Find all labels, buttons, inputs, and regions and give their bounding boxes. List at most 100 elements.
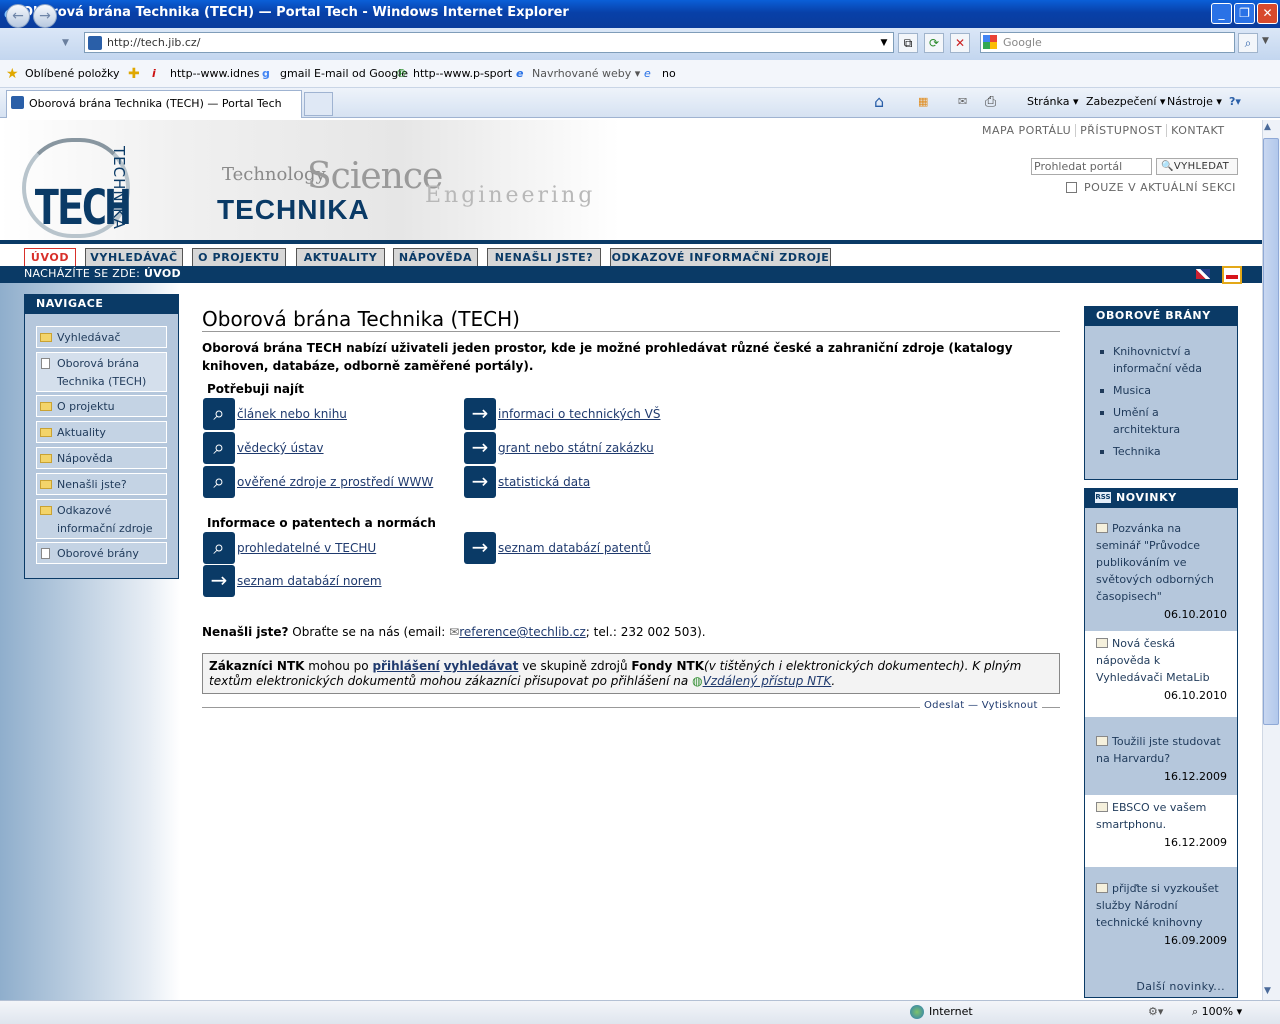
close-button[interactable]: ✕: [1257, 3, 1278, 24]
link-site-map[interactable]: MAPA PORTÁLU: [978, 124, 1075, 137]
logo-technika-vertical: TECHNIKA: [110, 146, 128, 230]
link-technical-universities[interactable]: informaci o technických VŠ: [498, 407, 660, 421]
gate-link-art-architecture[interactable]: Umění a architektura: [1096, 404, 1226, 438]
home-icon[interactable]: ⌂: [874, 88, 884, 116]
sidebar-item-vyhledavac[interactable]: Vyhledávač: [36, 326, 167, 348]
menu-tab-o-projektu[interactable]: O PROJEKTU: [192, 248, 286, 266]
menu-tab-odkazove-zdroje[interactable]: ODKAZOVÉ INFORMAČNÍ ZDROJE: [610, 248, 831, 266]
menu-tab-vyhledavac[interactable]: VYHLEDÁVAČ: [85, 248, 183, 266]
arrow-right-icon[interactable]: →: [464, 466, 496, 498]
search-icon[interactable]: ⌕: [203, 466, 235, 498]
news-item[interactable]: přijďte si vyzkoušet služby Národní tech…: [1085, 876, 1237, 974]
sidebar-item-oborove-brany[interactable]: Oborové brány: [36, 542, 167, 564]
print-icon[interactable]: ⎙: [985, 88, 996, 116]
menu-tab-aktuality[interactable]: AKTUALITY: [296, 248, 385, 266]
link-accessibility[interactable]: PŘÍSTUPNOST: [1075, 124, 1167, 137]
portal-search-input[interactable]: Prohledat portál: [1031, 158, 1152, 175]
search-icon[interactable]: ⌕: [203, 532, 235, 564]
link-norm-databases[interactable]: seznam databází norem: [237, 574, 382, 588]
news-item[interactable]: EBSCO ve vašem smartphonu. 16.12.2009: [1085, 795, 1237, 867]
search-input[interactable]: Google: [980, 32, 1235, 53]
favorite-link-gmail[interactable]: gmail E-mail od Google: [280, 60, 408, 88]
feeds-icon[interactable]: ▦: [918, 88, 928, 116]
link-article-or-book[interactable]: článek nebo knihu: [237, 407, 347, 421]
favorite-link-psport[interactable]: http--www.p-sport: [413, 60, 512, 88]
sidebar-item-nenasli-jste[interactable]: Nenašli jste?: [36, 473, 167, 495]
english-flag-icon[interactable]: [1196, 269, 1210, 279]
add-favorite-icon[interactable]: ✚: [128, 60, 140, 88]
news-item[interactable]: Nová česká nápověda k Vyhledávači MetaLi…: [1085, 631, 1237, 717]
sidebar-item-o-projektu[interactable]: O projektu: [36, 395, 167, 417]
scroll-down-icon[interactable]: ▼: [1264, 986, 1271, 996]
address-bar[interactable]: http://tech.jib.cz/: [84, 32, 894, 53]
link-patents-searchable[interactable]: prohledatelné v TECHU: [237, 541, 376, 555]
more-news-link[interactable]: Další novinky...: [1085, 977, 1237, 997]
link-research-institute[interactable]: vědecký ústav: [237, 441, 324, 455]
only-section-checkbox[interactable]: POUZE V AKTUÁLNÍ SEKCI: [1066, 181, 1236, 194]
search-options-icon[interactable]: ▼: [1262, 36, 1269, 46]
ntk-login-link[interactable]: přihlášení: [372, 659, 439, 673]
search-icon[interactable]: ⌕: [203, 432, 235, 464]
sidebar-item-odkazove-zdroje[interactable]: Odkazové informační zdroje: [36, 499, 167, 539]
news-text: Pozvánka na seminář "Průvodce publikován…: [1096, 522, 1214, 603]
link-verified-www[interactable]: ověřené zdroje z prostředí WWW: [237, 475, 433, 489]
favorite-suggested-sites[interactable]: Navrhované weby ▾: [532, 60, 640, 88]
new-tab-button[interactable]: [304, 92, 333, 116]
favorite-link-idnes[interactable]: http--www.idnes: [170, 60, 260, 88]
history-dropdown-icon[interactable]: ▼: [62, 38, 69, 48]
link-patent-databases[interactable]: seznam databází patentů: [498, 541, 651, 555]
sidebar-item-aktuality[interactable]: Aktuality: [36, 421, 167, 443]
send-link[interactable]: Odeslat: [924, 700, 965, 711]
czech-flag-icon[interactable]: [1222, 266, 1242, 284]
favorites-star-icon[interactable]: ★: [6, 60, 19, 88]
portal-search-button[interactable]: 🔍VYHLEDAT: [1156, 158, 1238, 175]
tools-menu[interactable]: Nástroje ▾: [1167, 88, 1222, 116]
scroll-up-icon[interactable]: ▲: [1264, 122, 1271, 132]
protected-mode-icon[interactable]: ⚙▾: [1148, 1000, 1163, 1024]
address-dropdown-icon[interactable]: ▼: [876, 34, 892, 52]
gate-link-musica[interactable]: Musica: [1096, 382, 1226, 399]
arrow-right-icon[interactable]: →: [203, 565, 235, 597]
arrow-right-icon[interactable]: →: [464, 398, 496, 430]
link-contact[interactable]: KONTAKT: [1166, 124, 1229, 137]
print-link[interactable]: Vytisknout: [982, 700, 1038, 711]
rss-icon[interactable]: RSS: [1095, 492, 1111, 503]
stop-icon[interactable]: ✕: [950, 33, 970, 53]
ntk-info-box: Zákazníci NTK mohou po přihlášení vyhled…: [202, 653, 1060, 694]
compatibility-icon[interactable]: ⧉: [898, 33, 918, 53]
maximize-button[interactable]: ❐: [1234, 3, 1255, 24]
refresh-icon[interactable]: ⟳: [924, 33, 944, 53]
favorites-button[interactable]: Oblíbené položky: [25, 60, 120, 88]
menu-tab-napoveda[interactable]: NÁPOVĚDA: [393, 248, 478, 266]
menu-tab-uvod[interactable]: ÚVOD: [24, 248, 76, 266]
mail-icon[interactable]: ✉: [958, 88, 967, 116]
link-grant-or-contract[interactable]: grant nebo státní zakázku: [498, 441, 654, 455]
ntk-search-link[interactable]: vyhledávat: [444, 659, 519, 673]
link-statistical-data[interactable]: statistická data: [498, 475, 590, 489]
forward-button[interactable]: →: [33, 4, 57, 28]
sidebar-item-label: O projektu: [57, 400, 115, 413]
browser-tab-active[interactable]: Oborová brána Technika (TECH) — Portal T…: [6, 90, 302, 118]
news-item[interactable]: Pozvánka na seminář "Průvodce publikován…: [1085, 516, 1237, 629]
menu-tab-nenasli-jste[interactable]: NENAŠLI JSTE?: [487, 248, 601, 266]
arrow-right-icon[interactable]: →: [464, 432, 496, 464]
news-item[interactable]: Toužili jste studovat na Harvardu? 16.12.…: [1085, 729, 1237, 793]
back-button[interactable]: ←: [6, 4, 30, 28]
ntk-remote-access-link[interactable]: Vzdálený přístup NTK: [703, 674, 832, 688]
email-link[interactable]: reference@techlib.cz: [459, 625, 586, 639]
security-menu[interactable]: Zabezpečení ▾: [1086, 88, 1165, 116]
arrow-right-icon[interactable]: →: [464, 532, 496, 564]
zoom-level[interactable]: ⌕ 100% ▾: [1192, 1000, 1242, 1024]
page-menu[interactable]: Stránka ▾: [1027, 88, 1078, 116]
gate-link-library-science[interactable]: Knihovnictví a informační věda: [1096, 343, 1226, 377]
search-icon[interactable]: ⌕: [203, 398, 235, 430]
help-icon[interactable]: ?▾: [1229, 88, 1241, 116]
sidebar-item-oborova-brana[interactable]: Oborová brána Technika (TECH): [36, 352, 167, 392]
favorite-link-no[interactable]: no: [662, 60, 676, 88]
gate-link-technika[interactable]: Technika: [1096, 443, 1226, 460]
sidebar-item-napoveda[interactable]: Nápověda: [36, 447, 167, 469]
scrollbar-thumb[interactable]: [1263, 138, 1279, 725]
checkbox-box[interactable]: [1066, 182, 1077, 193]
search-go-icon[interactable]: ⌕: [1238, 33, 1258, 53]
minimize-button[interactable]: _: [1211, 3, 1232, 24]
